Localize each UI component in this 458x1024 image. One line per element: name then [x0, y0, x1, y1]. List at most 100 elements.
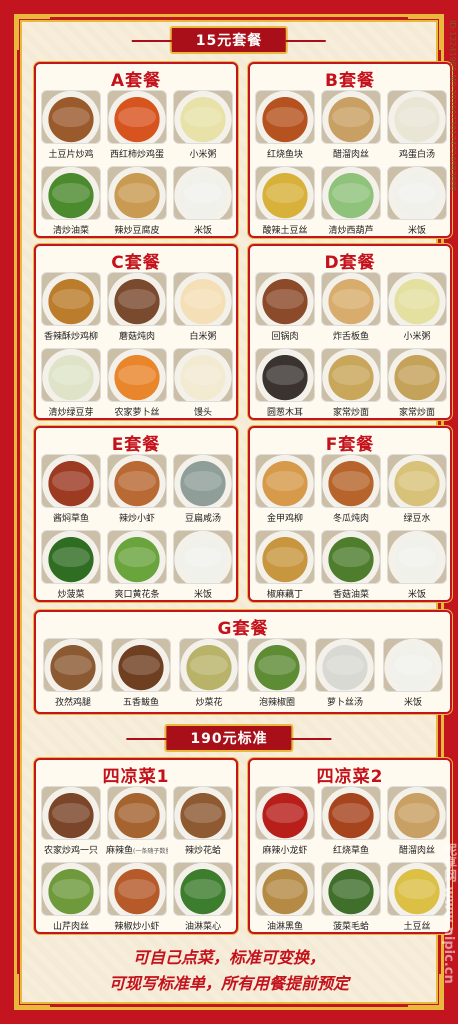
dish-photo	[387, 272, 447, 326]
dish-item: 豆扁咸汤	[172, 454, 234, 524]
dish-name-text: 孜然鸡腿	[54, 698, 91, 708]
corner-ornament	[16, 16, 50, 50]
dish-name-text: 香菇油菜	[332, 590, 369, 600]
dish-name: 油淋菜心	[172, 919, 234, 932]
dish-photo	[387, 454, 447, 508]
dish-photo	[387, 348, 447, 402]
dish-name: 萝卜丝汤	[314, 695, 376, 708]
dish-name-text: 清炒油菜	[52, 226, 89, 236]
dish-photo	[255, 862, 315, 916]
dish-name: 清炒西葫芦	[320, 223, 382, 236]
dish-item: 酱焖草鱼	[40, 454, 102, 524]
dish-name: 清炒绿豆芽	[40, 405, 102, 418]
dish-name-text: 白米粥	[189, 332, 217, 342]
image-id-text: ID:12241905 NO:20200730174724683000	[448, 20, 457, 192]
dish-item: 山芹肉丝	[40, 862, 102, 932]
set-card: E套餐 酱焖草鱼 辣炒小虾 豆扁咸汤 炒菠菜 爽口黄花条 米饭	[34, 426, 238, 602]
dish-photo	[173, 454, 233, 508]
dish-name: 米饭	[386, 587, 448, 600]
watermark-text: 昵享网 www.nipic.cn	[441, 843, 456, 984]
dish-photo	[383, 638, 443, 692]
dish-photo	[321, 786, 381, 840]
dish-name-text: 小米粥	[403, 332, 431, 342]
dish-note: (一条随子数量)	[133, 848, 168, 855]
dish-name-text: 土豆片炒鸡	[48, 150, 94, 160]
dish-photo	[173, 786, 233, 840]
dish-name: 农家炒鸡一只	[40, 843, 102, 856]
dish-name-text: 萝卜丝汤	[326, 698, 363, 708]
dish-item: 萝卜丝汤	[314, 638, 376, 708]
dish-name-text: 农家炒鸡一只	[43, 846, 98, 856]
dish-name: 五香鲅鱼	[110, 695, 172, 708]
banner-190-yuan-standard: 190元标准	[126, 724, 332, 752]
dish-photo	[173, 348, 233, 402]
dish-photo	[315, 638, 375, 692]
dish-name-text: 豆扁咸汤	[184, 514, 221, 524]
dish-item: 米饭	[172, 166, 234, 236]
dish-item: 西红柿炒鸡蛋	[106, 90, 168, 160]
dish-item: 清炒油菜	[40, 166, 102, 236]
set-card: A套餐 土豆片炒鸡 西红柿炒鸡蛋 小米粥 清炒油菜 辣炒豆腐皮 米饭	[34, 62, 238, 238]
dish-photo	[387, 90, 447, 144]
dish-name: 米饭	[172, 587, 234, 600]
dish-name: 米饭	[386, 223, 448, 236]
dish-item: 金甲鸡柳	[254, 454, 316, 524]
dish-item: 油淋黑鱼	[254, 862, 316, 932]
dish-name: 家常炒面	[386, 405, 448, 418]
dish-name: 炒菜花	[178, 695, 240, 708]
dish-item: 白米粥	[172, 272, 234, 342]
dish-photo	[255, 348, 315, 402]
dish-photo	[321, 454, 381, 508]
dish-item: 五香鲅鱼	[110, 638, 172, 708]
dish-name-text: 米饭	[407, 226, 426, 236]
dish-name-text: 金甲鸡柳	[266, 514, 303, 524]
dish-photo	[107, 272, 167, 326]
dish-photo	[41, 272, 101, 326]
dish-name-text: 辣椒炒小虾	[114, 922, 160, 932]
dish-photo	[387, 166, 447, 220]
dish-name-text: 油淋菜心	[184, 922, 221, 932]
dish-name-text: 馒头	[193, 408, 212, 418]
dish-name-text: 辣炒花蛤	[184, 846, 221, 856]
dish-name-text: 米饭	[193, 226, 212, 236]
dish-name: 西红柿炒鸡蛋	[106, 147, 168, 160]
dish-name-text: 蘑菇炖肉	[118, 332, 155, 342]
dish-item: 冬瓜炖肉	[320, 454, 382, 524]
set-card: 四凉菜2 麻辣小龙虾 红烧草鱼 醋溜肉丝 油淋黑鱼 菠菜毛蛤 土豆丝	[248, 758, 452, 934]
set-title: F套餐	[325, 435, 375, 455]
dish-item: 香辣酥炒鸡柳	[40, 272, 102, 342]
dish-item: 米饭	[172, 530, 234, 600]
dish-name: 孜然鸡腿	[42, 695, 104, 708]
dish-item: 圆葱木耳	[254, 348, 316, 418]
dish-item: 鸡蛋白汤	[386, 90, 448, 160]
dish-name-text: 辣炒豆腐皮	[114, 226, 160, 236]
dish-name-text: 红烧草鱼	[332, 846, 369, 856]
dish-photo	[107, 348, 167, 402]
dish-photo	[41, 530, 101, 584]
dish-name-text: 油淋黑鱼	[266, 922, 303, 932]
dish-name: 山芹肉丝	[40, 919, 102, 932]
dish-name-text: 酱焖草鱼	[52, 514, 89, 524]
dish-item: 回锅肉	[254, 272, 316, 342]
dish-name-text: 圆葱木耳	[266, 408, 303, 418]
dish-item: 清炒绿豆芽	[40, 348, 102, 418]
dish-name-text: 农家萝卜丝	[114, 408, 160, 418]
dish-name: 爽口黄花条	[106, 587, 168, 600]
dish-item: 油淋菜心	[172, 862, 234, 932]
dish-name-text: 麻辣小龙虾	[262, 846, 308, 856]
set-card: 四凉菜1 农家炒鸡一只麻辣鱼(一条随子数量) 辣炒花蛤山芹肉丝 辣椒炒小虾 油淋菜心	[34, 758, 238, 934]
dish-name: 白米粥	[172, 329, 234, 342]
footer-line-1: 可自己点菜，标准可变换，	[132, 948, 325, 967]
dish-photo	[173, 530, 233, 584]
dish-name: 酱焖草鱼	[40, 511, 102, 524]
set-title: A套餐	[110, 71, 162, 91]
dish-photo	[255, 530, 315, 584]
set-card: G套餐 孜然鸡腿 五香鲅鱼 炒菜花 泡辣椒圈 萝卜丝汤 米饭	[34, 610, 452, 714]
dish-item: 米饭	[382, 638, 444, 708]
dish-name-text: 清炒西葫芦	[328, 226, 374, 236]
set-title: D套餐	[324, 253, 376, 273]
dish-name: 红烧鱼块	[254, 147, 316, 160]
dish-name: 回锅肉	[254, 329, 316, 342]
dish-photo	[173, 166, 233, 220]
dish-name: 米饭	[382, 695, 444, 708]
